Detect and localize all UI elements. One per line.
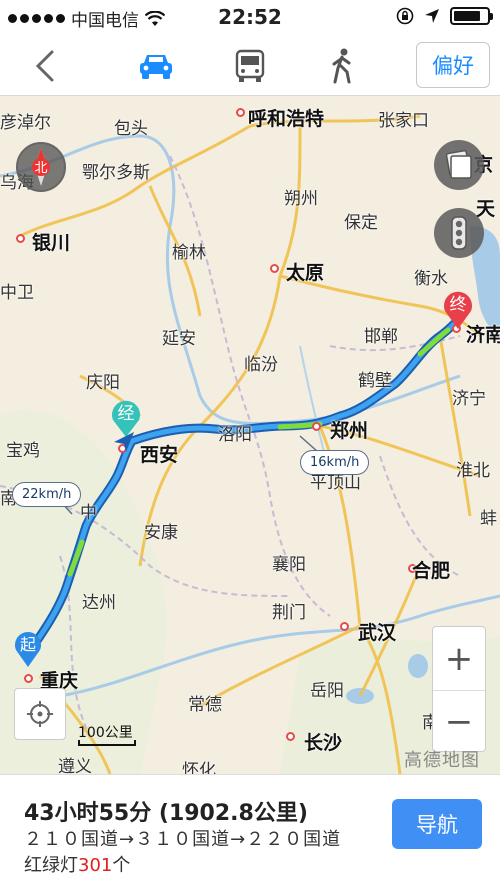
mode-car-button[interactable] — [134, 46, 178, 86]
city-label: 西安 — [140, 444, 179, 466]
city-label: 延安 — [162, 329, 196, 349]
traffic-light-icon — [451, 216, 467, 250]
end-marker-icon: 终 — [444, 291, 472, 329]
city-label: 遵义 — [58, 757, 92, 774]
crosshair-icon — [27, 701, 53, 727]
city-label: 济宁 — [452, 389, 486, 409]
city-label: 襄阳 — [272, 555, 306, 575]
city-pin — [270, 264, 279, 273]
locate-button[interactable] — [14, 688, 66, 740]
city-label: 合肥 — [412, 560, 451, 582]
scale-label: 100公里 — [78, 725, 133, 741]
car-icon — [140, 55, 172, 79]
city-label: 银川 — [32, 232, 71, 254]
compass-icon: 北 — [32, 148, 50, 186]
city-label: 中 — [80, 503, 97, 523]
route-roads: ２１０国道→３１０国道→２２０国道 — [24, 829, 342, 850]
traffic-button[interactable] — [434, 208, 484, 258]
city-label: 张家口 — [378, 111, 429, 131]
speed-tag: 22km/h — [12, 482, 82, 507]
city-label: 安康 — [144, 523, 178, 543]
location-arrow-icon — [425, 9, 439, 23]
lights-number: 301 — [78, 855, 113, 876]
zoom-out-button[interactable]: − — [433, 690, 485, 753]
preference-button[interactable]: 偏好 — [416, 42, 490, 88]
battery-icon — [450, 7, 493, 25]
city-label: 榆林 — [172, 243, 206, 263]
walk-icon — [332, 48, 351, 84]
mode-bus-button[interactable] — [228, 46, 272, 86]
route-time-distance: 43小时55分 (1902.8公里) — [24, 801, 308, 826]
speed-tag: 16km/h — [300, 450, 370, 475]
status-right — [396, 7, 493, 25]
route-summary-panel: 43小时55分 (1902.8公里) ２１０国道→３１０国道→２２０国道 红绿灯… — [0, 774, 500, 888]
city-label: 彦淖尔 — [0, 113, 51, 133]
city-label: 岳阳 — [310, 681, 344, 701]
end-marker-label: 终 — [450, 295, 467, 315]
chevron-left-icon — [35, 50, 54, 82]
city-label: 邯郸 — [364, 327, 398, 347]
city-label: 武汉 — [358, 622, 397, 644]
bus-icon — [235, 49, 265, 82]
layers-button[interactable] — [434, 140, 484, 190]
city-label: 怀化 — [182, 761, 216, 774]
city-label: 太原 — [286, 262, 325, 284]
compass-north-label: 北 — [34, 161, 47, 176]
scale-bar — [78, 740, 136, 746]
city-label: 中卫 — [0, 283, 34, 303]
city-pin — [312, 422, 321, 431]
start-marker-label: 起 — [20, 635, 36, 654]
city-pin — [24, 674, 33, 683]
city-label: 郑州 — [330, 420, 369, 442]
city-label: 蚌 — [480, 509, 497, 529]
start-marker-icon: 起 — [15, 632, 42, 667]
lights-suffix: 个 — [112, 855, 131, 876]
city-label: 宝鸡 — [6, 441, 40, 461]
city-label: 临汾 — [244, 355, 278, 375]
zoom-control: + − — [432, 626, 486, 752]
city-label: 鄂尔多斯 — [82, 163, 150, 183]
city-label: 包头 — [114, 119, 148, 139]
city-label: 鹤壁 — [358, 371, 392, 391]
map-watermark: 高德地图 — [404, 750, 480, 771]
city-pin — [340, 622, 349, 631]
city-pin — [286, 732, 295, 741]
status-bar: 中国电信 22:52 — [0, 0, 500, 34]
via-marker-label: 经 — [118, 404, 135, 424]
map-view[interactable]: 彦淖尔 包头 呼和浩特 张家口 乌海 鄂尔多斯 朔州 保定 天 京 银川 榆林 … — [0, 96, 500, 774]
city-label: 长沙 — [304, 732, 343, 754]
city-pin — [16, 234, 25, 243]
city-label: 庆阳 — [86, 373, 120, 393]
city-label: 达州 — [82, 593, 116, 613]
zoom-in-button[interactable]: + — [433, 627, 485, 690]
city-label: 荆门 — [272, 603, 306, 623]
city-pin — [236, 108, 245, 117]
current-location-arrow-icon — [114, 432, 134, 452]
city-label: 呼和浩特 — [248, 108, 325, 130]
battery-level — [454, 11, 480, 21]
navigate-button[interactable]: 导航 — [392, 799, 482, 849]
traffic-lights-count: 红绿灯301个 — [24, 851, 130, 877]
nav-bar: 偏好 — [0, 34, 500, 96]
compass-button[interactable]: 北 — [16, 142, 66, 192]
layers-icon — [445, 149, 472, 179]
city-label: 朔州 — [284, 189, 318, 209]
city-label: 常德 — [188, 695, 222, 715]
back-button[interactable] — [26, 48, 66, 84]
lights-prefix: 红绿灯 — [24, 855, 78, 876]
mode-walk-button[interactable] — [320, 46, 364, 86]
city-label: 洛阳 — [218, 425, 252, 445]
city-label: 淮北 — [456, 461, 490, 481]
city-label: 保定 — [344, 213, 378, 233]
rotation-lock-icon — [396, 7, 414, 25]
